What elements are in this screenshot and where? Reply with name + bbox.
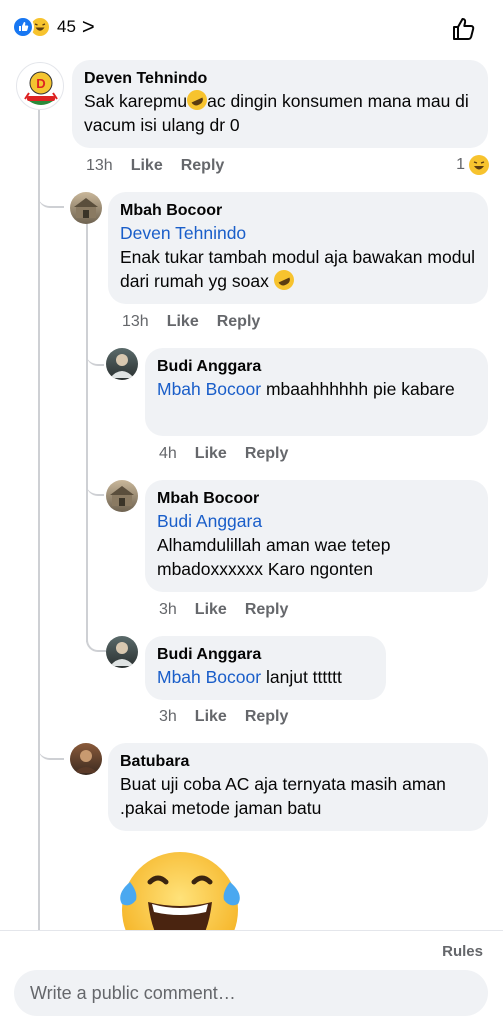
comment-author[interactable]: Mbah Bocoor [157, 488, 476, 509]
avatar[interactable]: D [16, 62, 64, 110]
reaction-count: 1 [456, 156, 465, 173]
thumbs-up-icon [453, 18, 475, 40]
comment-bubble: Budi Anggara Mbah Bocoor mbaahhhhhh pie … [145, 348, 488, 436]
comment-text: Alhamdulillah aman wae tetep mbadoxxxxxx… [157, 535, 391, 579]
avatar[interactable] [106, 636, 138, 668]
comment-bubble: Mbah Bocoor Budi Anggara Alhamdulillah a… [145, 480, 488, 592]
avatar[interactable] [106, 348, 138, 380]
reply-thread-line [86, 222, 88, 642]
mention-link[interactable]: Budi Anggara [157, 509, 476, 533]
comment-input[interactable] [14, 970, 488, 1016]
comment-text: Mbah Bocoor lanjut tttttt [157, 667, 342, 687]
timestamp: 13h [122, 313, 149, 330]
comment-actions: 3h Like Reply [159, 708, 288, 726]
laughing-sticker [112, 848, 248, 930]
house-photo-icon [74, 198, 98, 218]
comment-bubble: Batubara Buat uji coba AC aja ternyata m… [108, 743, 488, 831]
comment-author[interactable]: Budi Anggara [157, 644, 374, 665]
profile-photo-icon [110, 642, 134, 666]
reply-button[interactable]: Reply [217, 313, 261, 331]
reply-button[interactable]: Reply [245, 708, 289, 726]
thread-line [38, 108, 40, 930]
avatar[interactable] [70, 743, 102, 775]
comment-bubble: Mbah Bocoor Deven Tehnindo Enak tukar ta… [108, 192, 488, 304]
timestamp: 3h [159, 601, 177, 618]
reply-connector [86, 622, 106, 652]
tears-of-joy-emoji-icon [120, 852, 240, 930]
chevron-right-icon: > [81, 14, 95, 39]
reaction-count: 45 [57, 17, 76, 36]
like-button[interactable]: Like [195, 445, 227, 463]
tehnindo-logo-icon: D [24, 71, 58, 105]
comment-author[interactable]: Budi Anggara [157, 356, 476, 377]
comment-bubble: Budi Anggara Mbah Bocoor lanjut tttttt [145, 636, 386, 700]
reply-connector [86, 478, 104, 496]
rules-link[interactable]: Rules [442, 943, 483, 960]
comment-actions: 3h Like Reply [159, 601, 288, 619]
svg-text:D: D [36, 76, 45, 91]
comment-text: Buat uji coba AC aja ternyata masih aman… [120, 774, 446, 818]
reactions-header: 45 > [0, 0, 503, 58]
comment-text: Enak tukar tambah modul aja bawakan modu… [120, 245, 476, 294]
avatar[interactable] [106, 480, 138, 512]
like-button[interactable]: Like [195, 601, 227, 619]
comment-text: Mbah Bocoor mbaahhhhhh pie kabare [157, 379, 455, 399]
like-button[interactable]: Like [195, 708, 227, 726]
comment-actions: 13h Like Reply [86, 157, 224, 175]
comment-actions: 4h Like Reply [159, 445, 288, 463]
mention-link[interactable]: Mbah Bocoor [157, 667, 261, 687]
timestamp: 3h [159, 708, 177, 725]
thread-connector [38, 742, 64, 760]
mention-link[interactable]: Deven Tehnindo [120, 221, 476, 245]
profile-photo-icon [74, 750, 98, 773]
reply-connector [86, 348, 104, 366]
haha-reaction-icon [469, 155, 489, 175]
rofl-emoji-icon [270, 266, 297, 294]
reply-button[interactable]: Reply [245, 601, 289, 619]
like-post-button[interactable] [449, 14, 479, 44]
reaction-summary[interactable]: 45 > [12, 16, 95, 38]
comment-reaction-summary[interactable]: 1 [456, 155, 489, 175]
reply-button[interactable]: Reply [181, 157, 225, 175]
like-button[interactable]: Like [167, 313, 199, 331]
profile-photo-icon [110, 354, 134, 378]
comment-text: Sak karepmu ac dingin konsumen mana mau d… [84, 86, 476, 137]
comment-bubble: Deven Tehnindo Sak karepmu ac dingin kons… [72, 60, 488, 148]
like-reaction-icon [12, 16, 34, 38]
thread-connector [38, 190, 64, 208]
timestamp: 13h [86, 157, 113, 174]
comment-author[interactable]: Batubara [120, 751, 476, 772]
reply-button[interactable]: Reply [245, 445, 289, 463]
mention-link[interactable]: Mbah Bocoor [157, 379, 261, 399]
comment-actions: 13h Like Reply [122, 313, 260, 331]
timestamp: 4h [159, 445, 177, 462]
house-photo-icon [110, 486, 134, 506]
avatar[interactable] [70, 192, 102, 224]
like-button[interactable]: Like [131, 157, 163, 175]
comment-author[interactable]: Deven Tehnindo [84, 68, 476, 89]
comment-author[interactable]: Mbah Bocoor [120, 200, 476, 221]
